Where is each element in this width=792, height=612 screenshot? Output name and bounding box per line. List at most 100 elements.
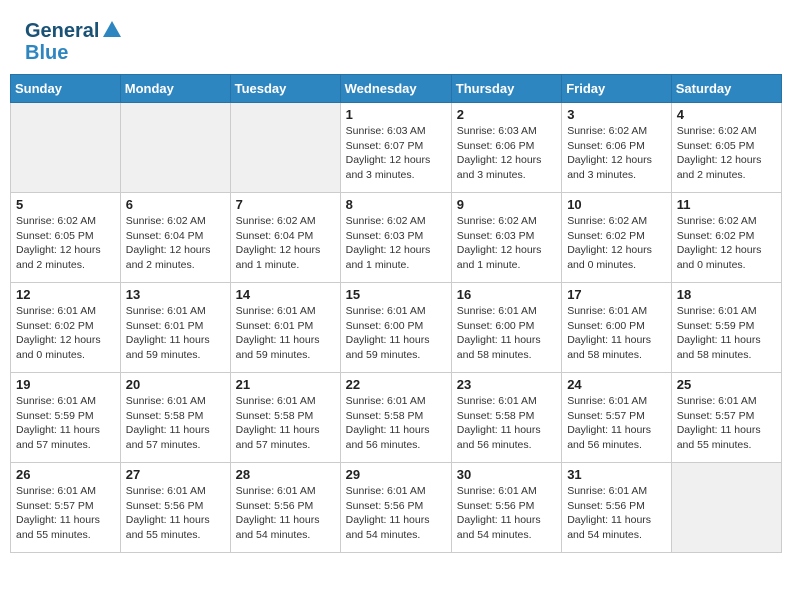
calendar-header: SundayMondayTuesdayWednesdayThursdayFrid… [11, 75, 782, 103]
calendar-cell: 31 Sunrise: 6:01 AM Sunset: 5:56 PM Dayli… [562, 463, 672, 553]
day-number: 23 [457, 377, 556, 392]
day-number: 21 [236, 377, 335, 392]
day-info: Sunrise: 6:01 AM Sunset: 6:00 PM Dayligh… [457, 304, 556, 363]
calendar-cell: 5 Sunrise: 6:02 AM Sunset: 6:05 PM Daylig… [11, 193, 121, 283]
day-info: Sunrise: 6:01 AM Sunset: 5:56 PM Dayligh… [126, 484, 225, 543]
day-number: 3 [567, 107, 666, 122]
day-number: 16 [457, 287, 556, 302]
day-number: 27 [126, 467, 225, 482]
day-number: 18 [677, 287, 776, 302]
day-info: Sunrise: 6:01 AM Sunset: 6:01 PM Dayligh… [126, 304, 225, 363]
day-number: 22 [346, 377, 446, 392]
weekday-header: Monday [120, 75, 230, 103]
weekday-header: Friday [562, 75, 672, 103]
day-number: 10 [567, 197, 666, 212]
day-number: 6 [126, 197, 225, 212]
weekday-header: Thursday [451, 75, 561, 103]
calendar-cell: 7 Sunrise: 6:02 AM Sunset: 6:04 PM Daylig… [230, 193, 340, 283]
calendar-cell: 24 Sunrise: 6:01 AM Sunset: 5:57 PM Dayli… [562, 373, 672, 463]
day-number: 12 [16, 287, 115, 302]
calendar-week: 12 Sunrise: 6:01 AM Sunset: 6:02 PM Dayli… [11, 283, 782, 373]
calendar-cell: 13Sunrise: 6:01 AM Sunset: 6:01 PM Dayli… [120, 283, 230, 373]
day-number: 28 [236, 467, 335, 482]
day-info: Sunrise: 6:02 AM Sunset: 6:03 PM Dayligh… [457, 214, 556, 273]
day-info: Sunrise: 6:02 AM Sunset: 6:02 PM Dayligh… [677, 214, 776, 273]
calendar-cell: 27 Sunrise: 6:01 AM Sunset: 5:56 PM Dayli… [120, 463, 230, 553]
calendar-week: 5 Sunrise: 6:02 AM Sunset: 6:05 PM Daylig… [11, 193, 782, 283]
day-info: Sunrise: 6:01 AM Sunset: 6:00 PM Dayligh… [567, 304, 666, 363]
calendar-cell: 20Sunrise: 6:01 AM Sunset: 5:58 PM Dayli… [120, 373, 230, 463]
calendar-cell: 14 Sunrise: 6:01 AM Sunset: 6:01 PM Dayli… [230, 283, 340, 373]
day-info: Sunrise: 6:02 AM Sunset: 6:05 PM Dayligh… [16, 214, 115, 273]
day-number: 29 [346, 467, 446, 482]
day-info: Sunrise: 6:01 AM Sunset: 5:59 PM Dayligh… [677, 304, 776, 363]
day-info: Sunrise: 6:01 AM Sunset: 5:57 PM Dayligh… [16, 484, 115, 543]
logo-text-general: General [25, 20, 99, 42]
day-info: Sunrise: 6:01 AM Sunset: 5:59 PM Dayligh… [16, 394, 115, 453]
calendar-cell: 6 Sunrise: 6:02 AM Sunset: 6:04 PM Daylig… [120, 193, 230, 283]
day-info: Sunrise: 6:02 AM Sunset: 6:06 PM Dayligh… [567, 124, 666, 183]
day-info: Sunrise: 6:01 AM Sunset: 5:56 PM Dayligh… [457, 484, 556, 543]
calendar-cell [230, 103, 340, 193]
day-info: Sunrise: 6:02 AM Sunset: 6:03 PM Dayligh… [346, 214, 446, 273]
day-info: Sunrise: 6:01 AM Sunset: 6:02 PM Dayligh… [16, 304, 115, 363]
calendar-cell: 2Sunrise: 6:03 AM Sunset: 6:06 PM Daylig… [451, 103, 561, 193]
calendar-table: SundayMondayTuesdayWednesdayThursdayFrid… [10, 74, 782, 553]
day-number: 14 [236, 287, 335, 302]
day-number: 9 [457, 197, 556, 212]
day-number: 1 [346, 107, 446, 122]
day-number: 26 [16, 467, 115, 482]
logo-icon [101, 19, 123, 41]
day-info: Sunrise: 6:01 AM Sunset: 5:56 PM Dayligh… [346, 484, 446, 543]
calendar-cell [11, 103, 121, 193]
day-info: Sunrise: 6:01 AM Sunset: 5:58 PM Dayligh… [346, 394, 446, 453]
calendar-cell [671, 463, 781, 553]
day-number: 24 [567, 377, 666, 392]
calendar-cell: 3 Sunrise: 6:02 AM Sunset: 6:06 PM Daylig… [562, 103, 672, 193]
calendar-cell: 8 Sunrise: 6:02 AM Sunset: 6:03 PM Daylig… [340, 193, 451, 283]
day-number: 30 [457, 467, 556, 482]
calendar-cell: 21Sunrise: 6:01 AM Sunset: 5:58 PM Dayli… [230, 373, 340, 463]
day-info: Sunrise: 6:02 AM Sunset: 6:04 PM Dayligh… [126, 214, 225, 273]
weekday-header: Wednesday [340, 75, 451, 103]
calendar-week: 26 Sunrise: 6:01 AM Sunset: 5:57 PM Dayli… [11, 463, 782, 553]
day-number: 7 [236, 197, 335, 212]
calendar-cell: 23 Sunrise: 6:01 AM Sunset: 5:58 PM Dayli… [451, 373, 561, 463]
day-info: Sunrise: 6:01 AM Sunset: 6:01 PM Dayligh… [236, 304, 335, 363]
day-number: 2 [457, 107, 556, 122]
calendar-cell: 1Sunrise: 6:03 AM Sunset: 6:07 PM Daylig… [340, 103, 451, 193]
calendar-cell: 25 Sunrise: 6:01 AM Sunset: 5:57 PM Dayli… [671, 373, 781, 463]
day-number: 25 [677, 377, 776, 392]
day-info: Sunrise: 6:01 AM Sunset: 5:56 PM Dayligh… [236, 484, 335, 543]
logo: General Blue [25, 20, 123, 64]
day-number: 4 [677, 107, 776, 122]
day-number: 31 [567, 467, 666, 482]
page-header: General Blue [10, 10, 782, 69]
day-info: Sunrise: 6:01 AM Sunset: 5:57 PM Dayligh… [567, 394, 666, 453]
day-number: 20 [126, 377, 225, 392]
calendar-cell: 10Sunrise: 6:02 AM Sunset: 6:02 PM Dayli… [562, 193, 672, 283]
weekday-header: Sunday [11, 75, 121, 103]
day-info: Sunrise: 6:01 AM Sunset: 5:58 PM Dayligh… [457, 394, 556, 453]
calendar-cell: 29 Sunrise: 6:01 AM Sunset: 5:56 PM Dayli… [340, 463, 451, 553]
calendar-cell: 4 Sunrise: 6:02 AM Sunset: 6:05 PM Daylig… [671, 103, 781, 193]
calendar-cell: 26 Sunrise: 6:01 AM Sunset: 5:57 PM Dayli… [11, 463, 121, 553]
calendar-cell: 15Sunrise: 6:01 AM Sunset: 6:00 PM Dayli… [340, 283, 451, 373]
calendar-cell: 16 Sunrise: 6:01 AM Sunset: 6:00 PM Dayli… [451, 283, 561, 373]
calendar-cell: 28 Sunrise: 6:01 AM Sunset: 5:56 PM Dayli… [230, 463, 340, 553]
calendar-cell [120, 103, 230, 193]
day-number: 15 [346, 287, 446, 302]
calendar-cell: 11 Sunrise: 6:02 AM Sunset: 6:02 PM Dayli… [671, 193, 781, 283]
calendar-cell: 12 Sunrise: 6:01 AM Sunset: 6:02 PM Dayli… [11, 283, 121, 373]
day-info: Sunrise: 6:02 AM Sunset: 6:05 PM Dayligh… [677, 124, 776, 183]
day-info: Sunrise: 6:01 AM Sunset: 5:56 PM Dayligh… [567, 484, 666, 543]
day-number: 8 [346, 197, 446, 212]
calendar-week: 19Sunrise: 6:01 AM Sunset: 5:59 PM Dayli… [11, 373, 782, 463]
weekday-header: Saturday [671, 75, 781, 103]
day-info: Sunrise: 6:02 AM Sunset: 6:04 PM Dayligh… [236, 214, 335, 273]
day-number: 11 [677, 197, 776, 212]
calendar-cell: 19Sunrise: 6:01 AM Sunset: 5:59 PM Dayli… [11, 373, 121, 463]
weekday-header: Tuesday [230, 75, 340, 103]
day-info: Sunrise: 6:01 AM Sunset: 5:57 PM Dayligh… [677, 394, 776, 453]
day-number: 5 [16, 197, 115, 212]
